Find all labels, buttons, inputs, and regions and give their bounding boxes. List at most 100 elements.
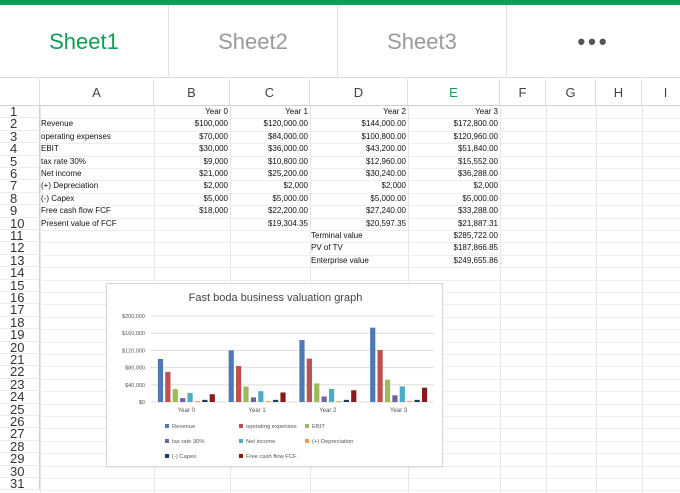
row-header-4[interactable]: 4 [0, 143, 40, 156]
cell-d10[interactable]: $20,597.35 [310, 218, 408, 230]
column-header-i[interactable]: I [642, 79, 680, 106]
row-header-8[interactable]: 8 [0, 192, 40, 206]
cell-a4[interactable]: EBIT [40, 143, 154, 155]
row-header-19[interactable]: 19 [0, 329, 40, 342]
cell-a3[interactable]: operating expenses [40, 131, 154, 143]
cell-c2[interactable]: $120,000.00 [230, 118, 310, 130]
row-header-1[interactable]: 1 [0, 106, 40, 119]
row-header-25[interactable]: 25 [0, 403, 40, 416]
row-header-16[interactable]: 16 [0, 292, 40, 305]
cell-e11[interactable]: $285,722.00 [408, 230, 500, 242]
cell-e2[interactable]: $172,800.00 [408, 118, 500, 130]
cell-d6[interactable]: $30,240.00 [310, 168, 408, 180]
cell-e12[interactable]: $187,866.85 [408, 242, 500, 254]
cell-e3[interactable]: $120,960.00 [408, 131, 500, 143]
column-header-a[interactable]: A [40, 79, 154, 106]
cell-c1[interactable]: Year 1 [230, 106, 310, 118]
cell-b3[interactable]: $70,000 [154, 131, 230, 143]
cell-d4[interactable]: $43,200.00 [310, 143, 408, 155]
valuation-chart[interactable]: Fast boda business valuation graph $0 $40,… [106, 283, 443, 467]
row-header-9[interactable]: 9 [0, 205, 40, 218]
row-header-3[interactable]: 3 [0, 130, 40, 144]
cell-c10[interactable]: $19,304.35 [230, 218, 310, 230]
cell-c8[interactable]: $5,000.00 [230, 193, 310, 205]
cell-b4[interactable]: $30,000 [154, 143, 230, 155]
cell-a10[interactable]: Present value of FCF [40, 218, 154, 230]
row-header-15[interactable]: 15 [0, 279, 40, 292]
cell-b5[interactable]: $9,000 [154, 156, 230, 168]
row-header-13[interactable]: 13 [0, 254, 40, 268]
column-header-h[interactable]: H [596, 79, 642, 106]
select-all-corner[interactable] [0, 79, 40, 106]
cell-b8[interactable]: $5,000 [154, 193, 230, 205]
cell-b1[interactable]: Year 0 [154, 106, 230, 118]
more-options-icon[interactable]: ••• [507, 5, 680, 78]
row-header-27[interactable]: 27 [0, 428, 40, 441]
cell-a6[interactable]: Net income [40, 168, 154, 180]
cell-b9[interactable]: $18,000 [154, 205, 230, 217]
cell-d7[interactable]: $2,000 [310, 180, 408, 192]
cell-d13[interactable]: Enterprise value [310, 255, 408, 267]
cell-b2[interactable]: $100,000 [154, 118, 230, 130]
cell-e6[interactable]: $36,288.00 [408, 168, 500, 180]
row-header-2[interactable]: 2 [0, 118, 40, 131]
cell-c4[interactable]: $36,000.00 [230, 143, 310, 155]
row-header-23[interactable]: 23 [0, 378, 40, 392]
row-header-17[interactable]: 17 [0, 304, 40, 317]
row-header-22[interactable]: 22 [0, 366, 40, 379]
cell-d8[interactable]: $5,000.00 [310, 193, 408, 205]
row-header-28[interactable]: 28 [0, 440, 40, 454]
tab-sheet1[interactable]: Sheet1 [0, 5, 169, 78]
cell-e5[interactable]: $15,552.00 [408, 156, 500, 168]
cell-b7[interactable]: $2,000 [154, 180, 230, 192]
column-header-d[interactable]: D [310, 79, 408, 106]
cell-c9[interactable]: $22,200.00 [230, 205, 310, 217]
cell-c6[interactable]: $25,200.00 [230, 168, 310, 180]
row-header-31[interactable]: 31 [0, 478, 40, 491]
cell-c5[interactable]: $10,800.00 [230, 156, 310, 168]
column-header-f[interactable]: F [500, 79, 546, 106]
cell-d9[interactable]: $27,240.00 [310, 205, 408, 217]
cell-a2[interactable]: Revenue [40, 118, 154, 130]
tab-sheet3[interactable]: Sheet3 [338, 5, 507, 78]
tab-sheet2[interactable]: Sheet2 [169, 5, 338, 78]
cell-e4[interactable]: $51,840.00 [408, 143, 500, 155]
row-header-5[interactable]: 5 [0, 155, 40, 168]
row-header-10[interactable]: 10 [0, 217, 40, 230]
cell-e10[interactable]: $21,887.31 [408, 218, 500, 230]
cell-e8[interactable]: $5,000.00 [408, 193, 500, 205]
row-header-7[interactable]: 7 [0, 180, 40, 193]
spreadsheet-grid[interactable]: A B C D E F G H I 1 2 3 4 5 6 7 8 9 10 11 12 13 14 15 16 17 18 19 20… [0, 79, 680, 493]
row-header-18[interactable]: 18 [0, 316, 40, 330]
row-header-20[interactable]: 20 [0, 341, 40, 354]
cell-d2[interactable]: $144,000.00 [310, 118, 408, 130]
row-header-11[interactable]: 11 [0, 230, 40, 243]
row-header-12[interactable]: 12 [0, 242, 40, 255]
row-header-24[interactable]: 24 [0, 391, 40, 404]
column-header-e[interactable]: E [408, 79, 500, 106]
cell-d1[interactable]: Year 2 [310, 106, 408, 118]
cell-d3[interactable]: $100,800.00 [310, 131, 408, 143]
cell-e13[interactable]: $249,655.86 [408, 255, 500, 267]
cell-e1[interactable]: Year 3 [408, 106, 500, 118]
row-header-30[interactable]: 30 [0, 465, 40, 478]
row-header-6[interactable]: 6 [0, 168, 40, 181]
cell-a7[interactable]: (+) Depreciation [40, 180, 154, 192]
cell-a8[interactable]: (-) Capex [40, 193, 154, 205]
cell-d11[interactable]: Terminal value [310, 230, 408, 242]
row-header-29[interactable]: 29 [0, 453, 40, 466]
row-header-21[interactable]: 21 [0, 354, 40, 367]
column-header-g[interactable]: G [546, 79, 596, 106]
cell-c3[interactable]: $84,000.00 [230, 131, 310, 143]
row-header-14[interactable]: 14 [0, 267, 40, 280]
row-header-26[interactable]: 26 [0, 416, 40, 429]
cell-a9[interactable]: Free cash flow FCF [40, 205, 154, 217]
cell-e9[interactable]: $33,288.00 [408, 205, 500, 217]
cell-d12[interactable]: PV of TV [310, 242, 408, 254]
cell-a5[interactable]: tax rate 30% [40, 156, 154, 168]
cell-b6[interactable]: $21,000 [154, 168, 230, 180]
cell-d5[interactable]: $12,960.00 [310, 156, 408, 168]
cell-e7[interactable]: $2,000 [408, 180, 500, 192]
column-header-b[interactable]: B [154, 79, 230, 106]
cell-c7[interactable]: $2,000 [230, 180, 310, 192]
